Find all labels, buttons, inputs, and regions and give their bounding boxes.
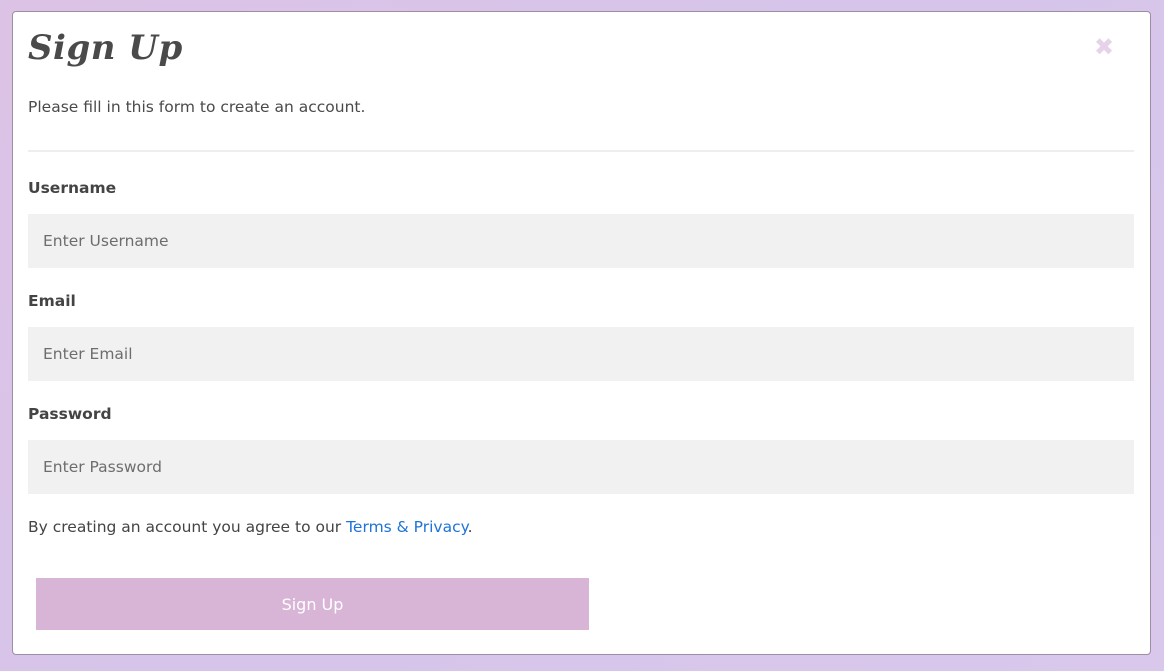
email-input[interactable] [28, 327, 1134, 381]
password-label: Password [28, 405, 112, 423]
terms-text: By creating an account you agree to our … [28, 518, 473, 536]
close-icon[interactable]: ✖ [1091, 34, 1117, 60]
password-input[interactable] [28, 440, 1134, 494]
terms-privacy-link[interactable]: Terms & Privacy [346, 518, 468, 536]
divider [28, 150, 1134, 152]
form-subtitle: Please fill in this form to create an ac… [28, 98, 366, 116]
page-title: Sign Up [28, 28, 183, 68]
username-label: Username [28, 179, 117, 197]
terms-prefix: By creating an account you agree to our [28, 518, 347, 536]
signup-button[interactable]: Sign Up [36, 578, 589, 630]
signup-modal: ✖ Sign Up Please fill in this form to cr… [12, 11, 1151, 655]
terms-suffix: . [467, 518, 473, 536]
email-label: Email [28, 292, 76, 310]
username-input[interactable] [28, 214, 1134, 268]
